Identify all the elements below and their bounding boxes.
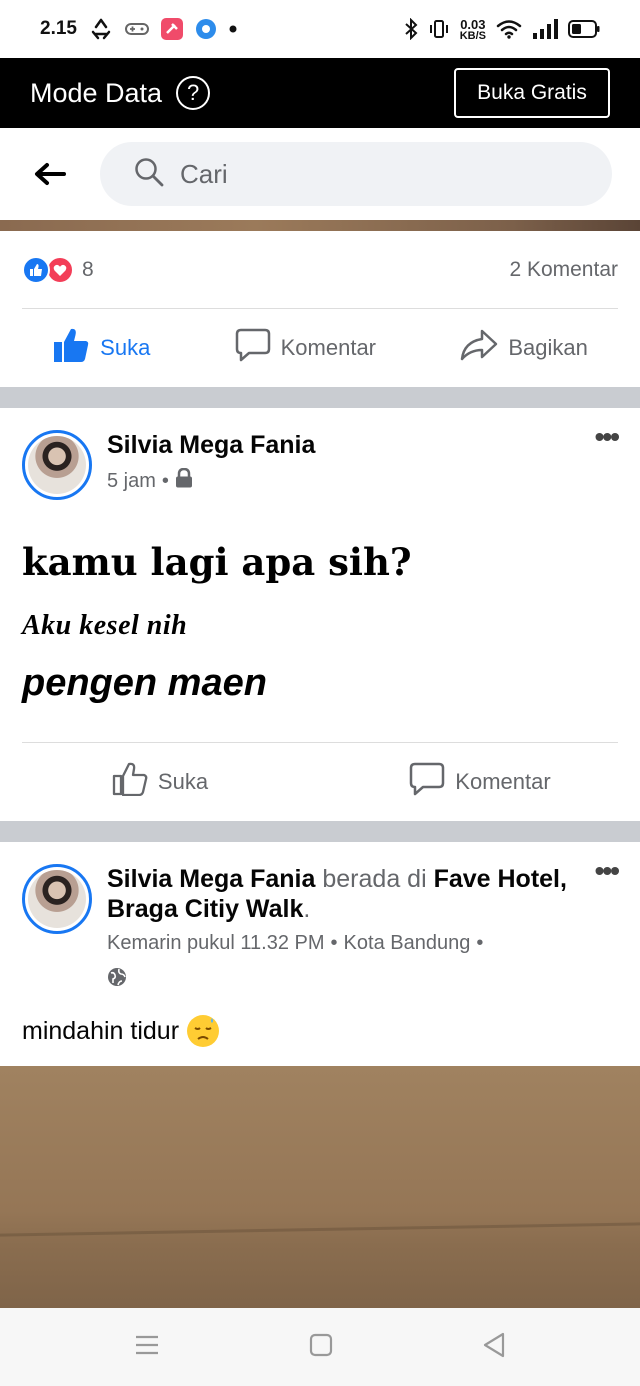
like-label: Suka [100,335,151,360]
meta-separator: • [330,932,338,954]
back-arrow-icon[interactable] [34,157,68,191]
comment-icon [235,328,271,368]
share-label: Bagikan [508,335,588,360]
signal-icon [532,19,558,39]
previous-post-photo[interactable] [0,220,640,231]
avatar[interactable] [22,430,92,500]
back-nav-icon[interactable] [482,1332,506,1363]
app-notification-icon [160,18,183,40]
post-text-line: pengen maen [22,662,267,704]
comment-count[interactable]: 2 Komentar [509,258,618,282]
net-speed-unit: KB/S [459,29,486,42]
dot-icon [229,25,237,33]
status-time: 2.15 [40,18,77,39]
more-options-icon[interactable]: ••• [595,857,620,993]
wifi-icon [496,19,522,39]
like-reaction-icon [22,256,50,284]
home-nav-icon[interactable] [309,1333,333,1362]
data-mode-title: Mode Data [30,77,163,108]
battery-icon [568,20,600,38]
vibrate-icon [428,18,450,40]
net-speed: 0.03 KB/S [459,16,486,42]
share-icon [460,329,498,367]
post-body: mindahin tidur [22,1015,220,1047]
net-speed-value: 0.03 [460,16,486,32]
post-header: Silvia Mega Fania 5 jam • ••• [0,423,640,500]
post-text-line: Aku kesel nih [22,610,188,641]
reaction-summary[interactable]: 8 2 Komentar [0,231,640,309]
author-name[interactable]: Silvia Mega Fania [107,865,315,893]
headline-period: . [303,895,311,923]
globe-icon [107,967,127,993]
free-mode-button[interactable]: Buka Gratis [454,68,610,118]
share-button[interactable]: Bagikan [460,329,588,367]
search-placeholder: Cari [180,158,228,189]
comment-button[interactable]: Komentar [235,328,376,368]
menu-nav-icon[interactable] [134,1334,160,1361]
post-actions: Suka Komentar [0,743,640,821]
post-text-line: kamu lagi apa sih? [22,540,412,584]
feed-separator [0,387,640,408]
checkin-text: berada di [322,865,427,893]
post-header: Silvia Mega Fania berada di Fave Hotel, … [0,857,640,993]
post-actions: Suka Komentar Bagikan [0,309,640,387]
comment-button[interactable]: Komentar [320,762,640,802]
post-meta: 5 jam • [107,467,585,494]
love-reaction-icon [46,256,74,284]
post-location[interactable]: Kota Bandung [344,932,471,955]
author-name[interactable]: Silvia Mega Fania [107,430,585,460]
search-input[interactable]: Cari [100,142,612,206]
search-bar: Cari [0,128,640,220]
recycle-icon [89,18,113,40]
bluetooth-icon [404,18,418,40]
status-bar: 2.15 0.03 KB/S [0,0,640,58]
like-label: Suka [157,769,209,794]
like-icon [112,762,148,802]
comment-label: Komentar [455,769,551,794]
post-text: mindahin tidur [22,1016,180,1045]
post-meta: Kemarin pukul 11.32 PM • Kota Bandung • [107,932,585,993]
more-options-icon[interactable]: ••• [595,423,620,500]
like-button[interactable]: Suka [52,327,150,369]
circle-app-icon [195,18,217,40]
like-button[interactable]: Suka [0,762,320,802]
reaction-count: 8 [82,258,94,281]
meta-separator: • [476,932,484,954]
like-icon [52,327,90,369]
comment-icon [409,762,445,802]
feed-separator [0,821,640,842]
avatar[interactable] [22,864,92,934]
search-icon [134,157,164,192]
post-time[interactable]: Kemarin pukul 11.32 PM [107,932,325,955]
help-icon[interactable]: ? [176,76,211,110]
meta-separator: • [161,469,169,492]
gamepad-icon [124,21,149,37]
system-nav-bar [0,1308,640,1386]
post-headline: Silvia Mega Fania berada di Fave Hotel, … [107,864,585,924]
sleepy-emoji-icon [187,1015,220,1047]
lock-icon [175,467,193,494]
post-photo[interactable] [0,1066,640,1308]
comment-label: Komentar [280,335,377,360]
post-time[interactable]: 5 jam [107,470,156,493]
data-mode-bar: Mode Data ? Buka Gratis [0,58,640,128]
